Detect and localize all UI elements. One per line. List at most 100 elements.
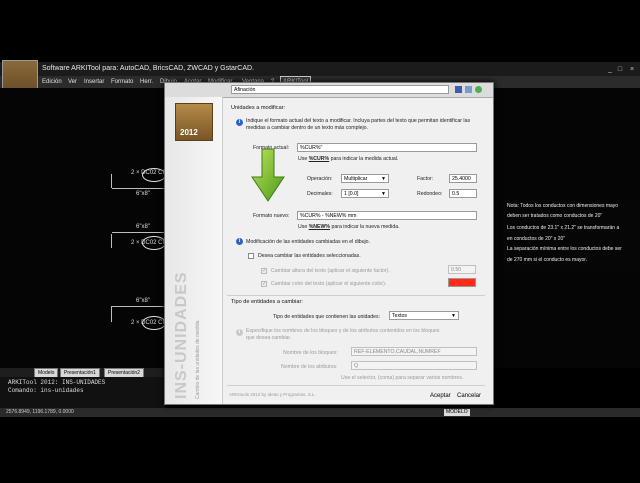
atributos-value: Q xyxy=(354,363,359,369)
cad-line xyxy=(111,174,112,188)
info-icon: i xyxy=(236,238,243,245)
command-line[interactable]: ARKITool 2012: INS-UNIDADES Comando: ins… xyxy=(0,377,165,408)
duct-bubble xyxy=(142,168,166,182)
duct-bubble xyxy=(142,316,166,330)
menu-formato[interactable]: Formato xyxy=(111,76,133,88)
duct-bubble xyxy=(142,236,166,250)
chevron-down-icon: ▼ xyxy=(451,313,456,319)
decimales-select[interactable]: 1 [0.0] ▼ xyxy=(341,189,389,198)
info-text-bloques: Especifique los nombres de los bloques y… xyxy=(246,328,440,341)
info-icon: i xyxy=(236,329,243,336)
cad-line xyxy=(112,306,164,307)
duct-dimension: 6"x8" xyxy=(136,298,150,304)
operacion-value: Multiplicar xyxy=(344,176,368,182)
formato-nuevo-hint: Use %NEW% para indicar la nueva medida. xyxy=(298,224,400,230)
close-icon[interactable]: × xyxy=(628,66,636,73)
operacion-label: Operación: xyxy=(307,176,333,182)
duct-dimension: 6"x8" xyxy=(136,191,150,197)
formato-actual-hint: Use %CUR% para indicar la medida actual. xyxy=(298,156,398,162)
redondeo-label: Redondeo: xyxy=(417,191,443,197)
operacion-select[interactable]: Multiplicar ▼ xyxy=(341,174,389,183)
menu-herr[interactable]: Herr. xyxy=(140,76,153,88)
formato-nuevo-label: Formato nuevo: xyxy=(253,213,290,219)
color-swatch[interactable] xyxy=(448,278,476,287)
selector-hint: Use el selector, (coma) para separar var… xyxy=(341,375,464,381)
bloques-label: Nombre de los bloques: xyxy=(283,350,338,356)
formato-nuevo-value: %CUR% - %NEW% mm xyxy=(300,213,357,219)
print-icon[interactable] xyxy=(465,86,472,93)
cambiar-entidades-label: Desea cambiar las entidades seleccionada… xyxy=(258,253,361,259)
cambiar-color-checkbox[interactable] xyxy=(261,280,267,287)
bloques-input[interactable]: REF-ELEMENTO,CAUDAL,NUMREF xyxy=(351,347,477,356)
cad-line xyxy=(112,232,164,233)
info-text-modificacion: Modificación de las entidades cambiadas … xyxy=(246,239,371,245)
command-history-line: ARKITool 2012: INS-UNIDADES xyxy=(8,379,106,386)
cancel-button[interactable]: Cancelar xyxy=(457,393,481,399)
hint-suffix: para indicar la nueva medida. xyxy=(331,224,400,230)
save-icon[interactable] xyxy=(455,86,462,93)
atributos-input[interactable]: Q xyxy=(351,361,477,370)
hint-prefix: Use xyxy=(298,224,308,230)
hint-token-new: %NEW% xyxy=(308,224,331,230)
note-line: deben ser tratados como conductos de 20" xyxy=(507,213,603,219)
cambiar-altura-label: Cambiar altura del texto (aplicar el sig… xyxy=(271,268,390,274)
formato-nuevo-input[interactable]: %CUR% - %NEW% mm xyxy=(297,211,477,220)
arkitool-box-logo: 2012 xyxy=(175,103,213,141)
factor-label: Factor: xyxy=(417,176,434,182)
menu-insertar[interactable]: Insertar xyxy=(84,76,104,88)
window-title: Software ARKITool para: AutoCAD, BricsCA… xyxy=(42,65,255,72)
note-line: Nota: Todos los conductos con dimensione… xyxy=(507,203,619,209)
ins-unidades-dialog: Afinación 2012 INS-UNIDADES Cambio de la… xyxy=(164,82,494,405)
window-titlebar: Software ARKITool para: AutoCAD, BricsCA… xyxy=(0,62,640,76)
formato-actual-value: %CUR%" xyxy=(300,145,323,151)
atributos-label: Nombre de los atributos: xyxy=(281,364,338,370)
decimales-label: Decimales: xyxy=(307,191,333,197)
duct-dimension: 6"x8" xyxy=(136,224,150,230)
tipo-entidades-value: Textos xyxy=(392,313,407,319)
info-text-formato: Indique el formato actual del texto a mo… xyxy=(246,118,471,131)
section-unidades-heading: Unidades a modificar: xyxy=(231,105,286,111)
dialog-titlebar: Afinación xyxy=(165,83,493,98)
bloques-value: REF-ELEMENTO,CAUDAL,NUMREF xyxy=(354,349,441,355)
tipo-entidades-select[interactable]: Textos ▼ xyxy=(389,311,459,320)
dialog-sidebar: 2012 INS-UNIDADES Cambio de las unidades… xyxy=(165,97,223,404)
accept-button[interactable]: Aceptar xyxy=(430,393,451,399)
layout-tabs: Modelo Presentación1 Presentación2 xyxy=(0,368,165,378)
divider xyxy=(227,385,485,386)
chevron-down-icon: ▼ xyxy=(381,176,386,182)
redondeo-value: 0.5 xyxy=(452,191,460,197)
formato-actual-input[interactable]: %CUR%" xyxy=(297,143,477,152)
vertical-subtitle: Cambio de las unidades de medida. xyxy=(195,319,201,399)
dialog-logo-year: 2012 xyxy=(180,128,198,137)
decimales-value: 1 [0.0] xyxy=(344,191,359,197)
vertical-title-text: INS-UNIDADES xyxy=(173,271,190,399)
hint-prefix: Use xyxy=(298,156,308,162)
menu-ver[interactable]: Ver xyxy=(68,76,77,88)
redondeo-input[interactable]: 0.5 xyxy=(449,189,477,198)
maximize-icon[interactable]: □ xyxy=(616,66,624,73)
status-bar: 2576.8949, 1196.1789, 0.0000 MODELO xyxy=(0,408,640,417)
factor-input[interactable]: 25.4000 xyxy=(449,174,477,183)
refresh-icon[interactable] xyxy=(475,86,482,93)
drawing-note: Nota: Todos los conductos con dimensione… xyxy=(503,200,640,270)
note-line: de 270 mm si el conducto es mayor. xyxy=(507,257,588,263)
hint-token-cur: %CUR% xyxy=(308,156,330,162)
vertical-title: INS-UNIDADES xyxy=(173,271,191,399)
cad-line xyxy=(112,188,164,189)
menu-edicion[interactable]: Edición xyxy=(42,76,62,88)
cad-line xyxy=(111,234,112,248)
minimize-icon[interactable]: _ xyxy=(606,66,614,73)
factor-value: 25.4000 xyxy=(452,176,471,182)
cambiar-altura-checkbox[interactable] xyxy=(261,267,267,274)
cambiar-entidades-checkbox[interactable] xyxy=(248,253,254,259)
coordinates-readout: 2576.8949, 1196.1789, 0.0000 xyxy=(6,409,74,415)
note-line: en conductos de 20" x 20" xyxy=(507,236,566,242)
command-history-line: Comando: ins-unidades xyxy=(8,387,84,394)
note-line: Los conductos de 23.1" x 21.2" se transf… xyxy=(507,225,620,231)
top-dropdown[interactable]: Afinación xyxy=(231,85,449,94)
info-icon: i xyxy=(236,119,243,126)
model-space-button[interactable]: MODELO xyxy=(444,409,470,416)
altura-factor-value: 0.50 xyxy=(451,267,462,273)
altura-factor-input[interactable]: 0.50 xyxy=(448,265,476,274)
green-arrow-down-icon xyxy=(251,148,285,202)
